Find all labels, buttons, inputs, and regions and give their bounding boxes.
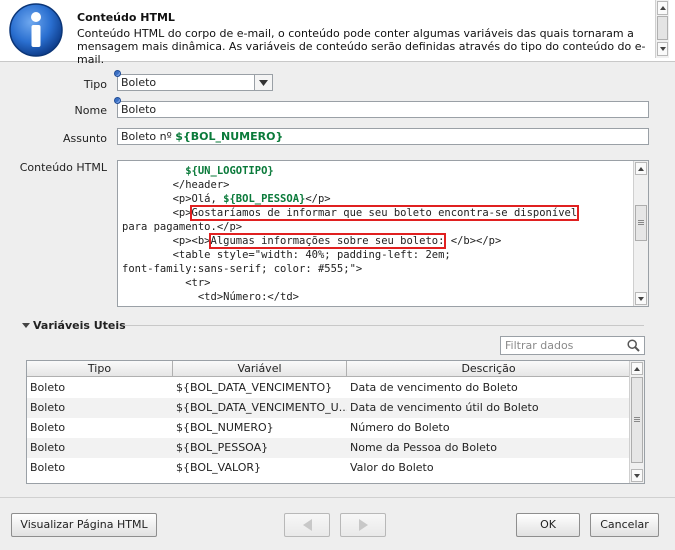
code-line: font-family:sans-serif; color: #555;"> [122,263,363,275]
chevron-down-icon [259,80,268,86]
cell-descricao: Data de vencimento útil do Boleto [350,401,539,414]
table-header: Tipo Variável Descrição [27,361,630,377]
table-row[interactable]: Boleto ${BOL_DATA_VENCIMENTO} Data de ve… [27,378,630,398]
assunto-variable: ${BOL_NUMERO} [175,130,284,143]
ok-button[interactable]: OK [516,513,580,537]
collapse-icon[interactable] [22,323,30,328]
table-scrollbar[interactable] [629,361,644,483]
scroll-thumb[interactable] [635,205,647,241]
code-line: <td>Número:</td> [197,291,300,303]
cell-variavel: ${BOL_VALOR} [176,461,262,474]
variables-table[interactable]: Tipo Variável Descrição Boleto ${BOL_DAT… [26,360,645,484]
editor-scrollbar[interactable] [633,161,648,306]
scroll-up-button[interactable] [657,1,668,15]
code-line: <p>Gostaríamos de informar que seu bolet… [172,205,580,221]
dialog-description: Conteúdo HTML do corpo de e-mail, o cont… [77,27,646,66]
header-scrollbar[interactable] [655,0,669,58]
code-line: <table style="width: 40%; padding-left: … [172,249,451,261]
arrow-left-icon [302,519,312,531]
highlighted-text: Algumas informações sobre seu boleto: [208,233,447,249]
cell-descricao: Data de vencimento do Boleto [350,381,518,394]
cancel-button[interactable]: Cancelar [590,513,659,537]
cell-tipo: Boleto [30,421,66,434]
cell-descricao: Valor do Boleto [350,461,434,474]
table-row[interactable]: Boleto ${BOL_NUMERO} Número do Boleto [27,418,630,438]
assunto-input[interactable]: Boleto nº ${BOL_NUMERO} [117,128,649,145]
column-header-descricao[interactable]: Descrição [347,361,630,377]
filter-placeholder: Filtrar dados [505,339,574,352]
code-line: para pagamento.</p> [122,221,243,233]
info-icon [9,3,63,57]
highlighted-text: Gostaríamos de informar que seu boleto e… [189,205,580,221]
code-line: <p><b>Algumas informações sobre seu bole… [172,233,502,249]
conteudo-label: Conteúdo HTML [19,161,107,174]
column-header-tipo[interactable]: Tipo [27,361,173,377]
footer-divider [0,497,675,498]
variables-section-title[interactable]: Variáveis Uteis [33,319,126,332]
code-line: <tr> [185,277,211,289]
cell-tipo: Boleto [30,401,66,414]
previous-button[interactable] [284,513,330,537]
cell-variavel: ${BOL_PESSOA} [176,441,269,454]
section-divider [124,325,644,326]
tipo-select[interactable]: Boleto [117,74,273,91]
cell-tipo: Boleto [30,381,66,394]
search-icon[interactable] [627,339,640,352]
cell-tipo: Boleto [30,441,66,454]
table-row[interactable]: Boleto ${BOL_PESSOA} Nome da Pessoa do B… [27,438,630,458]
code-line: <p>Olá, ${BOL_PESSOA}</p> [172,193,331,205]
required-indicator [114,70,121,77]
arrow-right-icon [358,519,368,531]
next-button[interactable] [340,513,386,537]
cell-variavel: ${BOL_DATA_VENCIMENTO} [176,381,333,394]
table-row[interactable]: Boleto ${BOL_VALOR} Valor do Boleto [27,458,630,478]
dialog-title: Conteúdo HTML [77,11,175,24]
tipo-dropdown-button[interactable] [254,75,272,90]
filter-input[interactable]: Filtrar dados [500,336,645,355]
scroll-thumb[interactable] [631,377,643,463]
preview-html-button[interactable]: Visualizar Página HTML [11,513,157,537]
cell-descricao: Nome da Pessoa do Boleto [350,441,497,454]
html-content-editor[interactable]: ${UN_LOGOTIPO} </header> <p>Olá, ${BOL_P… [117,160,649,307]
assunto-label: Assunto [63,132,107,145]
code-text[interactable]: ${UN_LOGOTIPO} </header> <p>Olá, ${BOL_P… [122,164,632,304]
scroll-thumb[interactable] [657,16,668,40]
scroll-down-button[interactable] [635,292,647,305]
assunto-text: Boleto nº [121,130,176,143]
table-row[interactable]: Boleto ${BOL_DATA_VENCIMENTO_U... Data d… [27,398,630,418]
cell-variavel: ${BOL_DATA_VENCIMENTO_U... [176,401,347,414]
nome-label: Nome [74,104,107,117]
tipo-label: Tipo [83,78,107,91]
scroll-down-button[interactable] [631,469,643,482]
column-header-variavel[interactable]: Variável [173,361,347,377]
scroll-up-button[interactable] [635,162,647,175]
nome-input[interactable]: Boleto [117,101,649,118]
code-line: </header> [172,179,230,191]
cell-variavel: ${BOL_NUMERO} [176,421,274,434]
scroll-up-button[interactable] [631,362,643,375]
code-line: ${UN_LOGOTIPO} [185,165,274,177]
tipo-select-value: Boleto [121,76,157,89]
cell-tipo: Boleto [30,461,66,474]
scroll-down-button[interactable] [657,42,668,56]
required-indicator [114,97,121,104]
dialog-header: Conteúdo HTML Conteúdo HTML do corpo de … [0,0,675,66]
cell-descricao: Número do Boleto [350,421,450,434]
